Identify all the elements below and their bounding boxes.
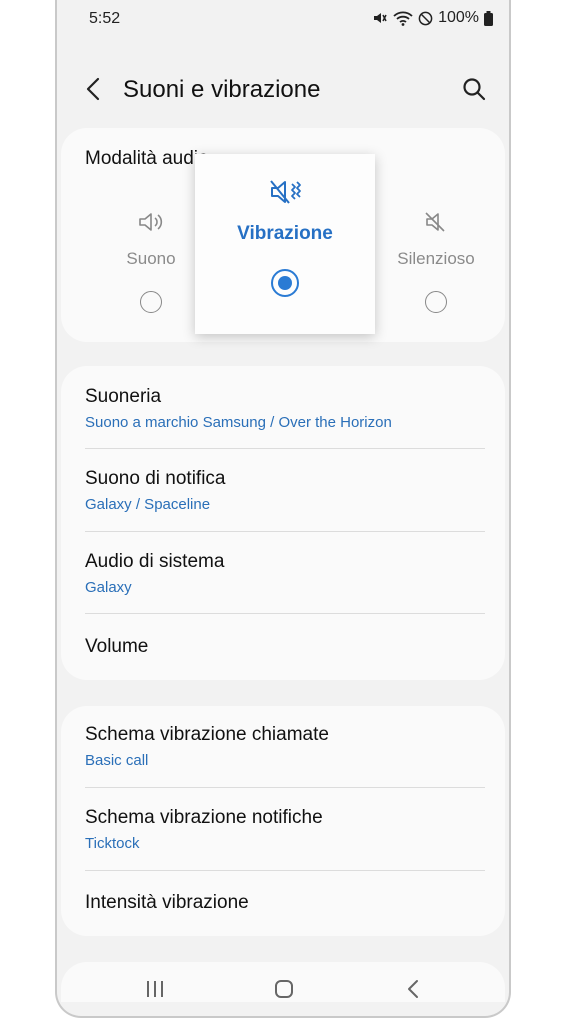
item-title: Suoneria (85, 386, 162, 407)
list-item-audio-sistema[interactable]: Audio di sistema Galaxy (85, 551, 485, 596)
option-label-suono: Suono (126, 249, 176, 268)
radio-suono[interactable] (140, 291, 162, 313)
sound-mode-option-vibrazione[interactable]: Vibrazione (195, 154, 375, 334)
item-title: Schema vibrazione chiamate (85, 724, 329, 745)
vibration-settings-card: Schema vibrazione chiamate Basic call Sc… (61, 706, 505, 936)
sound-mode-option-suono[interactable]: Suono (101, 210, 201, 313)
sound-settings-card: Suoneria Suono a marchio Samsung / Over … (61, 366, 505, 680)
list-item-volume[interactable]: Volume (85, 636, 485, 658)
radio-vibrazione[interactable] (271, 269, 299, 297)
item-title: Audio di sistema (85, 551, 225, 572)
do-not-disturb-icon (418, 11, 433, 25)
phone-screen: 5:52 100% Suoni e vibrazione Modalità au… (55, 0, 511, 1018)
battery-percent: 100% (438, 9, 479, 26)
home-icon[interactable] (269, 974, 299, 1004)
divider (85, 870, 485, 871)
list-item-suono-notifica[interactable]: Suono di notifica Galaxy / Spaceline (85, 468, 485, 513)
divider (85, 787, 485, 788)
divider (85, 448, 485, 449)
sound-mode-label: Modalità audio (85, 148, 209, 169)
nav-back-icon[interactable] (398, 974, 428, 1004)
item-subtitle: Suono a marchio Samsung / Over the Horiz… (85, 414, 392, 431)
list-item-schema-chiamate[interactable]: Schema vibrazione chiamate Basic call (85, 724, 485, 769)
back-arrow-icon[interactable] (79, 74, 109, 104)
item-title: Intensità vibrazione (85, 892, 249, 913)
list-item-suoneria[interactable]: Suoneria Suono a marchio Samsung / Over … (85, 386, 485, 431)
item-title: Schema vibrazione notifiche (85, 807, 323, 828)
status-bar: 5:52 100% (57, 0, 509, 38)
wifi-icon (393, 11, 413, 26)
sound-icon (139, 213, 163, 231)
list-item-intensita[interactable]: Intensità vibrazione (85, 892, 485, 914)
item-subtitle: Ticktock (85, 835, 140, 852)
battery-icon (484, 10, 493, 26)
list-item-schema-notifiche[interactable]: Schema vibrazione notifiche Ticktock (85, 807, 485, 852)
item-title: Volume (85, 636, 149, 657)
status-time: 5:52 (89, 10, 121, 27)
vibrate-icon (270, 180, 301, 204)
page-title: Suoni e vibrazione (123, 76, 321, 103)
app-header: Suoni e vibrazione (57, 60, 509, 120)
recents-icon[interactable] (140, 974, 170, 1004)
divider (85, 531, 485, 532)
divider (85, 613, 485, 614)
sound-mode-option-silenzioso[interactable]: Silenzioso (381, 210, 491, 313)
vibrate-mode-status-icon (374, 13, 387, 23)
option-label-vibrazione: Vibrazione (237, 223, 333, 244)
item-subtitle: Basic call (85, 752, 149, 769)
status-icons: 100% (372, 9, 493, 27)
option-label-silenzioso: Silenzioso (397, 249, 475, 268)
navigation-bar (57, 960, 509, 1016)
item-title: Suono di notifica (85, 468, 226, 489)
radio-silenzioso[interactable] (425, 291, 447, 313)
item-subtitle: Galaxy (85, 579, 132, 596)
mute-icon (425, 212, 445, 232)
item-subtitle: Galaxy / Spaceline (85, 496, 211, 513)
search-icon[interactable] (459, 74, 489, 104)
